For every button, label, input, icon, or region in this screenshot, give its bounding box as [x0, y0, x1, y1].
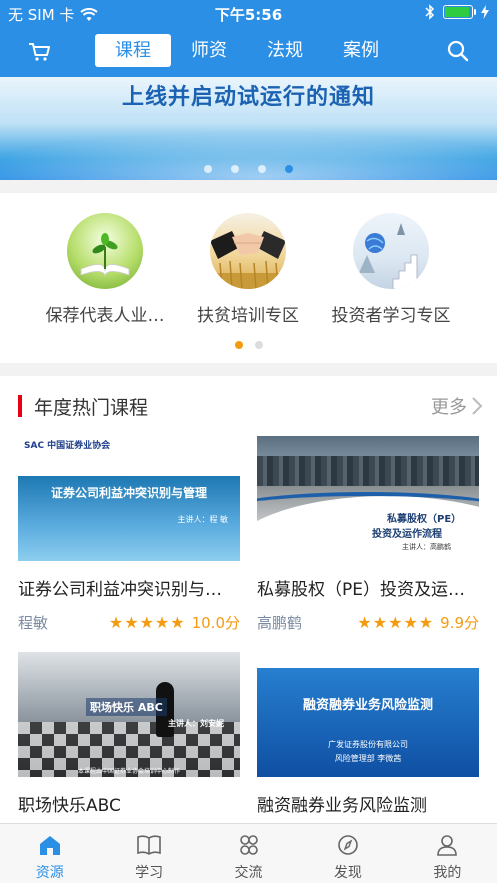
nav-tabs: 课程 师资 法规 案例 — [95, 34, 399, 67]
sac-logo: SAC 中国证券业协会 — [24, 441, 111, 451]
top-bar: 无 SIM 卡 下午5:56 课程 师资 法规 案例 — [0, 0, 497, 77]
clock: 下午5:56 — [214, 6, 283, 24]
course-meta: 高鹏鹤 ★★★★★ 9.9分 — [257, 612, 479, 632]
tab-course[interactable]: 课程 — [95, 34, 171, 67]
tabbar-item-study[interactable]: 学习 — [99, 824, 198, 883]
thumb-title: 职场快乐 ABC — [86, 698, 167, 716]
tab-regulations[interactable]: 法规 — [247, 34, 323, 67]
course-title: 融资融券业务风险监测 — [257, 796, 427, 816]
category-item-sponsor[interactable]: 保荐代表人业… — [35, 213, 175, 326]
category-item-poverty[interactable]: 扶贫培训专区 — [178, 213, 318, 326]
thumb-title: 融资融券业务风险监测 — [302, 698, 433, 713]
thumb-speaker: 主讲人：刘安妮 — [168, 719, 224, 728]
category-page-dot[interactable] — [234, 341, 243, 349]
hot-courses-section: 年度热门课程 更多 SAC 中国证券业协会 证券公司利益冲突识别与管理 主讲人：… — [0, 376, 497, 823]
course-card[interactable]: 私募股权（PE） 投资及运作流程 主讲人：高鹏鹤 私募股权（PE）投资及运… 高… — [257, 436, 479, 632]
course-author: 程敏 — [18, 613, 49, 632]
thumb-footer: 本课程由中国证券业协会培训中心制作 — [77, 768, 180, 775]
tabbar-label: 交流 — [234, 865, 263, 881]
course-card[interactable]: 融资融券业务风险监测 广发证券股份有限公司 风险管理部 李微茜 融资融券业务风险… — [257, 652, 479, 816]
thumb-subtitle: 投资及运作流程 — [372, 529, 442, 540]
open-book-icon — [137, 835, 161, 855]
section-header: 年度热门课程 更多 — [0, 392, 497, 422]
more-label: 更多 — [431, 397, 467, 418]
banner-page-dot[interactable] — [285, 165, 293, 173]
category-item-investor[interactable]: 投资者学习专区 — [321, 213, 461, 326]
banner-headline: 上线并启动试运行的通知 — [121, 85, 375, 110]
course-thumbnail: 融资融券业务风险监测 广发证券股份有限公司 风险管理部 李微茜 — [257, 652, 479, 777]
tabbar-item-resources[interactable]: 资源 — [0, 824, 99, 883]
course-card[interactable]: SAC 中国证券业协会 证券公司利益冲突识别与管理 主讲人：程 敏 证券公司利益… — [18, 436, 240, 632]
search-icon[interactable] — [445, 38, 471, 64]
tab-cases[interactable]: 案例 — [323, 34, 399, 67]
compass-icon — [338, 835, 358, 855]
course-thumbnail: 职场快乐 ABC 主讲人：刘安妮 本课程由中国证券业协会培训中心制作 — [18, 652, 240, 777]
banner-page-dot[interactable] — [204, 165, 212, 173]
stairs-globe-icon — [353, 213, 429, 289]
category-carousel: 保荐代表人业… 扶贫培训专区 投资者学习专区 — [0, 193, 497, 363]
category-label: 扶贫培训专区 — [197, 306, 299, 326]
tab-teachers[interactable]: 师资 — [171, 34, 247, 67]
course-thumbnail: 私募股权（PE） 投资及运作流程 主讲人：高鹏鹤 — [257, 436, 479, 561]
thumb-lecturer: 广发证券股份有限公司 风险管理部 李微茜 — [257, 738, 479, 766]
status-right — [425, 4, 489, 20]
person-icon — [437, 835, 458, 856]
battery-level — [445, 7, 469, 17]
course-meta: 程敏 ★★★★★ 10.0分 — [18, 612, 240, 632]
status-bar: 无 SIM 卡 下午5:56 — [0, 0, 497, 26]
course-score: 10.0分 — [191, 613, 240, 632]
thumb-city — [257, 456, 479, 486]
star-rating-icon: ★★★★★ — [108, 612, 186, 632]
bluetooth-icon — [425, 4, 435, 20]
course-thumbnail: SAC 中国证券业协会 证券公司利益冲突识别与管理 主讲人：程 敏 — [18, 436, 240, 561]
chevron-right-icon — [472, 397, 483, 415]
thumb-speaker: 主讲人：高鹏鹤 — [402, 543, 451, 551]
thumb-title: 私募股权（PE） — [387, 514, 462, 525]
thumb-logo-strip — [257, 652, 479, 668]
course-title: 证券公司利益冲突识别与… — [18, 580, 222, 600]
home-icon — [39, 836, 60, 855]
handshake-icon — [210, 213, 286, 289]
tabbar-label: 资源 — [35, 865, 64, 881]
more-link[interactable]: 更多 — [431, 393, 483, 419]
tabbar-item-exchange[interactable]: 交流 — [199, 824, 298, 883]
thumb-company: 广发证券股份有限公司 — [328, 740, 408, 749]
tabbar-label: 学习 — [135, 865, 164, 881]
banner-page-dot[interactable] — [258, 165, 266, 173]
four-circles-icon — [239, 835, 258, 855]
course-score: 9.9分 — [440, 613, 479, 632]
tabbar-label: 我的 — [433, 865, 462, 881]
bottom-tab-bar: 资源 学习 交流 发现 我的 — [0, 823, 497, 883]
book-plant-icon — [67, 213, 143, 289]
tabbar-item-discover[interactable]: 发现 — [298, 824, 397, 883]
star-rating-icon: ★★★★★ — [357, 612, 435, 632]
course-title: 职场快乐ABC — [18, 796, 121, 816]
section-accent-bar — [18, 395, 22, 417]
battery-icon — [443, 5, 476, 19]
thumb-speaker: 主讲人：程 敏 — [177, 515, 228, 524]
category-label: 投资者学习专区 — [331, 306, 451, 326]
banner-page-dot[interactable] — [231, 165, 239, 173]
thumb-department: 风险管理部 李微茜 — [334, 754, 402, 763]
category-label: 保荐代表人业… — [45, 306, 165, 326]
thumb-title: 证券公司利益冲突识别与管理 — [50, 486, 207, 500]
category-pager — [0, 341, 497, 349]
cart-icon[interactable] — [26, 38, 52, 64]
category-page-dot[interactable] — [254, 341, 263, 349]
course-card[interactable]: 职场快乐 ABC 主讲人：刘安妮 本课程由中国证券业协会培训中心制作 职场快乐A… — [18, 652, 240, 816]
charging-icon — [481, 5, 489, 19]
banner-pager — [0, 165, 497, 173]
tabbar-label: 发现 — [333, 865, 362, 881]
promo-banner[interactable]: 上线并启动试运行的通知 — [0, 77, 497, 180]
course-author: 高鹏鹤 — [257, 613, 303, 632]
main-nav: 课程 师资 法规 案例 — [0, 30, 497, 72]
tabbar-item-me[interactable]: 我的 — [398, 824, 497, 883]
course-title: 私募股权（PE）投资及运… — [257, 580, 465, 600]
section-title: 年度热门课程 — [34, 397, 149, 419]
